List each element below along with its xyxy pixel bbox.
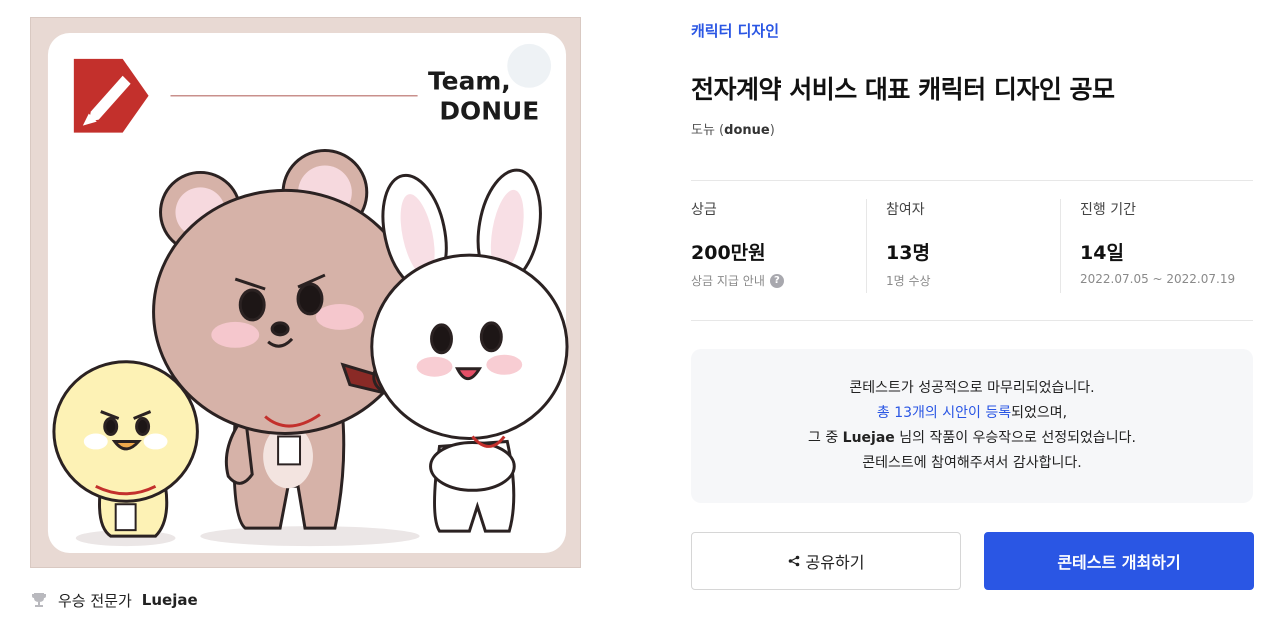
contest-category[interactable]: 캐릭터 디자인 [691, 20, 779, 41]
stat-participants-label: 참여자 [886, 202, 925, 218]
winning-artwork-image[interactable]: Team, DONUE [30, 17, 581, 568]
divider [691, 180, 1253, 181]
host-name: 도뉴 [691, 123, 715, 138]
stat-participants-value: 13명 [886, 242, 930, 264]
notice-line-1: 콘테스트가 성공적으로 마무리되었습니다. [849, 380, 1095, 396]
notice-line-3-pre: 그 중 [807, 430, 843, 446]
winner-name[interactable]: Luejae [142, 591, 198, 609]
stat-participants-sub: 1명 수상 [886, 274, 931, 288]
host-id: donue [724, 123, 770, 138]
stat-period-dates: 2022.07.05 ~ 2022.07.19 [1080, 272, 1236, 286]
stat-prize: 상금 200만원 상금 지급 안내 ? [691, 199, 866, 293]
submissions-link[interactable]: 총 13개의 시안이 등록 [877, 405, 1011, 421]
notice-line-3-post: 님의 작품이 우승작으로 선정되었습니다. [894, 430, 1136, 446]
notice-line-2-rest: 되었으며, [1011, 405, 1068, 421]
divider [691, 320, 1253, 321]
notice-line-4: 콘테스트에 참여해주셔서 감사합니다. [862, 455, 1082, 471]
stat-participants: 참여자 13명 1명 수상 [866, 199, 1060, 293]
contest-result-notice: 콘테스트가 성공적으로 마무리되었습니다. 총 13개의 시안이 등록되었으며,… [691, 349, 1253, 503]
stat-period-label: 진행 기간 [1080, 202, 1136, 218]
winner-info: 우승 전문가 Luejae [30, 589, 198, 611]
team-text-line1: Team, [428, 67, 511, 96]
notice-line-2: 총 13개의 시안이 등록되었으며, [877, 401, 1067, 426]
host-contest-button-label: 콘테스트 개최하기 [1057, 553, 1181, 572]
contest-host[interactable]: 도뉴 (donue) [691, 119, 775, 138]
trophy-icon [32, 593, 46, 607]
share-icon [788, 555, 799, 567]
share-button[interactable]: 공유하기 [691, 532, 961, 590]
question-icon[interactable]: ? [769, 273, 784, 288]
share-button-label: 공유하기 [805, 553, 865, 572]
notice-winner-name: Luejae [842, 430, 895, 446]
team-text-line2: DONUE [439, 97, 539, 126]
stat-period: 진행 기간 14일 2022.07.05 ~ 2022.07.19 [1060, 199, 1253, 293]
contest-stats: 상금 200만원 상금 지급 안내 ? 참여자 13명 1명 수상 진행 기간 … [691, 199, 1253, 293]
winner-label: 우승 전문가 [58, 591, 132, 610]
contest-title: 전자계약 서비스 대표 캐릭터 디자인 공모 [691, 75, 1115, 104]
notice-line-3: 그 중 Luejae 님의 작품이 우승작으로 선정되었습니다. [808, 426, 1136, 451]
prize-info-link[interactable]: 상금 지급 안내 ? [691, 272, 866, 289]
stat-prize-value: 200만원 [691, 242, 766, 264]
stat-prize-label: 상금 [691, 202, 717, 218]
host-contest-button[interactable]: 콘테스트 개최하기 [984, 532, 1254, 590]
prize-info-text: 상금 지급 안내 [691, 274, 765, 288]
stat-period-value: 14일 [1080, 242, 1124, 264]
